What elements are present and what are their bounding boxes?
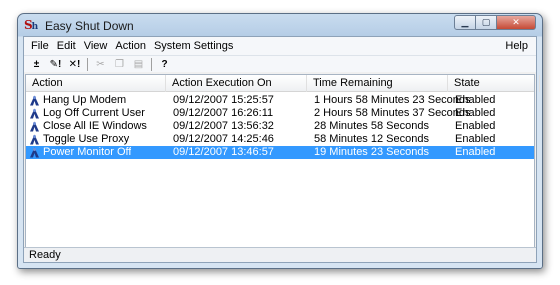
add-action-button[interactable]: ±: [27, 57, 46, 72]
toolbar-separator: [151, 57, 152, 71]
close-icon: ✕: [512, 17, 520, 27]
minimize-button[interactable]: ▁: [454, 15, 476, 30]
maximize-icon: ▢: [481, 17, 491, 27]
menu-edit[interactable]: Edit: [53, 40, 80, 52]
menu-bar: File Edit View Action System Settings He…: [24, 37, 536, 55]
action-icon: [30, 134, 39, 145]
paste-button[interactable]: ▤: [129, 57, 148, 72]
cell-execution: 09/12/2007 13:46:57: [173, 146, 274, 158]
cell-remaining: 2 Hours 58 Minutes 37 Seconds: [314, 107, 471, 119]
cell-action: Power Monitor Off: [43, 146, 132, 158]
cell-state: Enabled: [455, 133, 496, 145]
window-title: Easy Shut Down: [45, 19, 134, 33]
action-icon: [30, 121, 39, 132]
cell-execution: 09/12/2007 16:26:11: [173, 107, 274, 119]
cell-action: Hang Up Modem: [43, 94, 127, 106]
close-button[interactable]: ✕: [496, 15, 536, 30]
action-icon: [30, 108, 39, 119]
cell-action: Toggle Use Proxy: [43, 133, 130, 145]
action-icon: [30, 147, 39, 158]
cell-state: Enabled: [455, 120, 496, 132]
menu-action[interactable]: Action: [111, 40, 150, 52]
cell-action: Close All IE Windows: [43, 120, 147, 132]
table-row-selected[interactable]: Power Monitor Off 09/12/2007 13:46:57 19…: [26, 146, 534, 159]
table-row[interactable]: Close All IE Windows 09/12/2007 13:56:32…: [26, 120, 534, 133]
paste-icon: ▤: [133, 58, 144, 70]
toolbar-separator: [87, 57, 88, 71]
table-row[interactable]: Toggle Use Proxy 09/12/2007 14:25:46 58 …: [26, 133, 534, 146]
copy-icon: ❐: [115, 58, 124, 70]
list-header: Action Action Execution On Time Remainin…: [26, 75, 540, 92]
cell-state: Enabled: [455, 107, 496, 119]
actions-list[interactable]: Action Action Execution On Time Remainin…: [25, 74, 540, 254]
edit-action-icon: ✎!: [49, 58, 62, 70]
cut-icon: ✂: [96, 58, 105, 70]
table-row[interactable]: Log Off Current User 09/12/2007 16:26:11…: [26, 107, 534, 120]
delete-action-icon: ✕!: [68, 58, 81, 70]
menu-file[interactable]: File: [27, 40, 53, 52]
title-bar[interactable]: Sh Easy Shut Down ▁ ▢ ✕: [18, 14, 542, 36]
table-row[interactable]: Hang Up Modem 09/12/2007 15:25:57 1 Hour…: [26, 94, 534, 107]
minimize-icon: ▁: [461, 17, 469, 27]
cell-execution: 09/12/2007 15:25:57: [173, 94, 274, 106]
toolbar: ± ✎! ✕! ✂ ❐ ▤ ?: [24, 55, 536, 72]
edit-action-button[interactable]: ✎!: [46, 57, 65, 72]
cell-action: Log Off Current User: [43, 107, 145, 119]
menu-system-settings[interactable]: System Settings: [150, 40, 237, 52]
cell-state: Enabled: [455, 94, 496, 106]
add-action-icon: ±: [33, 58, 40, 70]
cell-remaining: 28 Minutes 58 Seconds: [314, 120, 429, 132]
app-logo-icon: Sh: [24, 18, 38, 32]
status-text: Ready: [29, 249, 61, 261]
app-window: Sh Easy Shut Down ▁ ▢ ✕ File Edit View A…: [17, 13, 543, 269]
column-header-remaining[interactable]: Time Remaining: [307, 75, 448, 92]
cell-state: Enabled: [455, 146, 496, 158]
column-header-execution[interactable]: Action Execution On: [166, 75, 307, 92]
menu-help[interactable]: Help: [501, 40, 532, 52]
cell-remaining: 19 Minutes 23 Seconds: [314, 146, 429, 158]
column-header-action[interactable]: Action: [26, 75, 166, 92]
maximize-button[interactable]: ▢: [475, 15, 497, 30]
help-icon: ?: [161, 58, 168, 70]
status-bar: Ready: [24, 247, 536, 262]
cell-execution: 09/12/2007 13:56:32: [173, 120, 274, 132]
action-icon: [30, 95, 39, 106]
window-controls: ▁ ▢ ✕: [454, 15, 536, 30]
cut-button[interactable]: ✂: [91, 57, 110, 72]
column-header-state[interactable]: State: [448, 75, 540, 92]
copy-button[interactable]: ❐: [110, 57, 129, 72]
cell-remaining: 58 Minutes 12 Seconds: [314, 133, 429, 145]
menu-view[interactable]: View: [80, 40, 112, 52]
help-button[interactable]: ?: [155, 57, 174, 72]
cell-execution: 09/12/2007 14:25:46: [173, 133, 274, 145]
cell-remaining: 1 Hours 58 Minutes 23 Seconds: [314, 94, 471, 106]
client-area: File Edit View Action System Settings He…: [23, 36, 540, 263]
delete-action-button[interactable]: ✕!: [65, 57, 84, 72]
